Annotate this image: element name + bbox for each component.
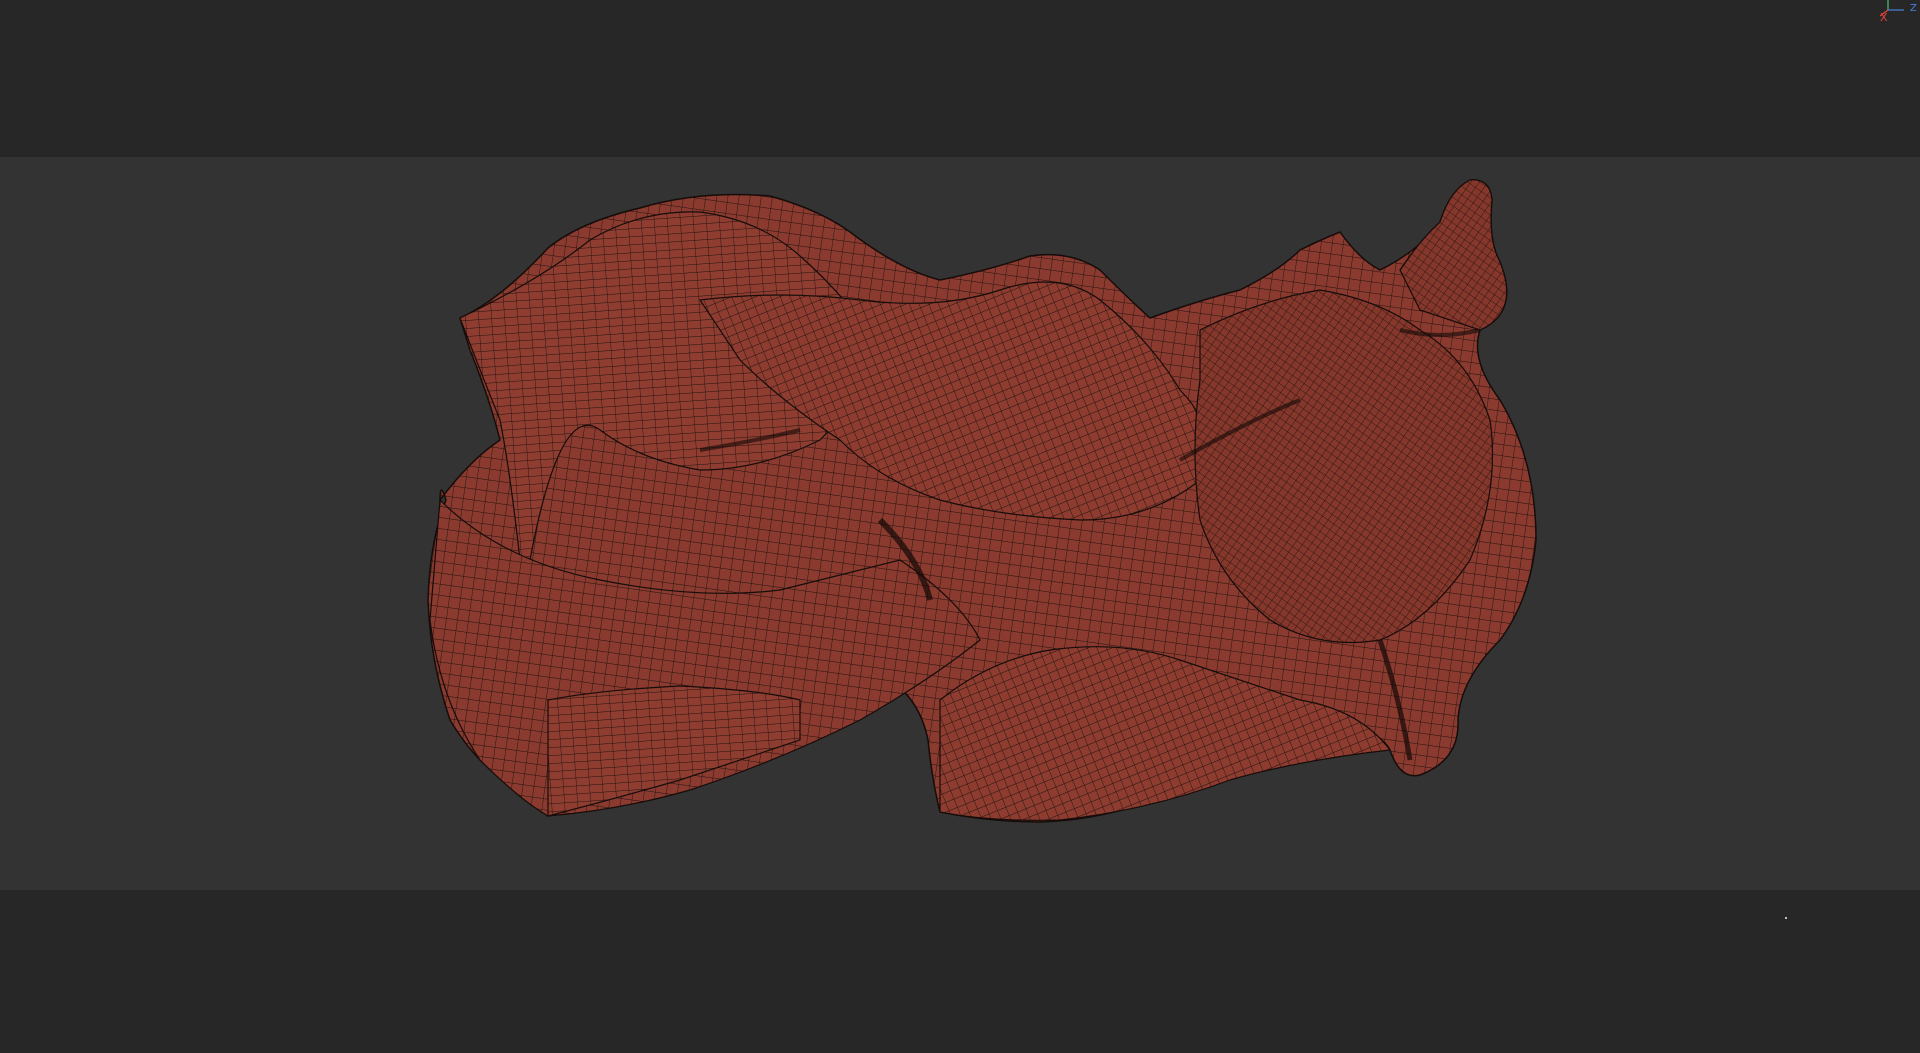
axis-x-label: X (1880, 11, 1888, 24)
axis-z-label: Z (1910, 3, 1917, 14)
cloth-mesh[interactable] (0, 0, 1920, 1053)
fold-bottom-strip (547, 685, 801, 817)
status-indicator (1785, 917, 1787, 919)
3d-viewport[interactable]: X Z (0, 0, 1920, 1053)
axis-gizmo[interactable]: X Z (1874, 0, 1920, 28)
